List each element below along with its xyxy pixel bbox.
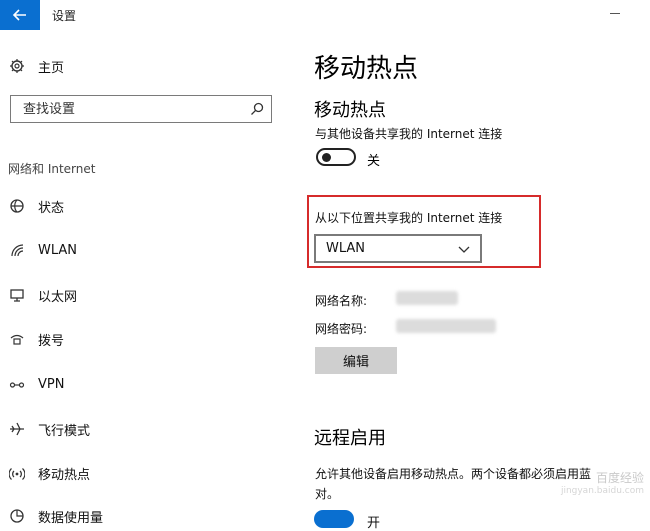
remote-toggle[interactable] bbox=[314, 510, 354, 528]
wifi-icon bbox=[8, 241, 26, 259]
page-title: 移动热点 bbox=[314, 54, 419, 84]
chevron-down-icon bbox=[458, 246, 470, 253]
sidebar-item-label: 以太网 bbox=[38, 289, 78, 305]
sidebar-item-label: VPN bbox=[38, 376, 65, 392]
watermark: 百度经验 jingyan.baidu.com bbox=[494, 462, 644, 502]
gear-icon bbox=[8, 57, 26, 75]
sidebar-item-data-usage[interactable]: 数据使用量 bbox=[8, 502, 103, 530]
watermark-url: jingyan.baidu.com bbox=[560, 485, 644, 496]
share-from-label: 从以下位置共享我的 Internet 连接 bbox=[315, 211, 503, 225]
edit-button[interactable]: 编辑 bbox=[315, 347, 397, 374]
remote-heading: 远程启用 bbox=[314, 428, 386, 449]
hotspot-icon bbox=[8, 464, 26, 482]
back-button[interactable] bbox=[0, 0, 40, 30]
toggle-knob bbox=[322, 153, 331, 162]
back-arrow-icon bbox=[12, 9, 26, 21]
sidebar-item-label: 移动热点 bbox=[38, 467, 91, 483]
sidebar-item-label: WLAN bbox=[38, 242, 78, 258]
ethernet-icon bbox=[8, 286, 26, 304]
vpn-icon bbox=[8, 375, 26, 393]
sidebar-item-dialup[interactable]: 拨号 bbox=[8, 325, 64, 353]
sidebar-item-label: 飞行模式 bbox=[38, 423, 91, 439]
network-name-label: 网络名称: bbox=[315, 294, 368, 308]
sidebar-item-airplane[interactable]: 飞行模式 bbox=[8, 415, 90, 443]
sidebar-item-ethernet[interactable]: 以太网 bbox=[8, 281, 77, 309]
search-box[interactable] bbox=[10, 95, 272, 123]
sidebar-item-vpn[interactable]: VPN bbox=[8, 370, 64, 398]
sidebar-item-label: 拨号 bbox=[38, 333, 65, 349]
dialup-icon bbox=[8, 330, 26, 348]
sidebar-item-wlan[interactable]: WLAN bbox=[8, 236, 77, 264]
share-from-dropdown[interactable]: WLAN bbox=[314, 234, 482, 263]
globe-icon bbox=[8, 197, 26, 215]
main-content: 移动热点 移动热点 与其他设备共享我的 Internet 连接 关 从以下位置共… bbox=[300, 30, 650, 531]
watermark-text: 百度经验 bbox=[595, 470, 644, 485]
sidebar-item-label: 主页 bbox=[38, 60, 65, 76]
sidebar-item-home[interactable]: 主页 bbox=[8, 52, 64, 80]
airplane-icon bbox=[8, 420, 26, 438]
sidebar-item-label: 状态 bbox=[38, 200, 65, 216]
window-title: 设置 bbox=[52, 9, 77, 23]
search-input[interactable] bbox=[23, 101, 243, 117]
sidebar: 主页 网络和 Internet 状态 WLAN 以太网 拨号 bbox=[0, 30, 290, 526]
remote-toggle-label: 开 bbox=[367, 516, 381, 531]
sidebar-item-label: 数据使用量 bbox=[38, 510, 104, 526]
hotspot-heading: 移动热点 bbox=[314, 100, 386, 121]
network-name-value bbox=[396, 291, 458, 305]
minimize-button[interactable] bbox=[610, 13, 620, 14]
share-from-value: WLAN bbox=[326, 241, 366, 256]
search-icon[interactable] bbox=[250, 102, 264, 116]
network-password-label: 网络密码: bbox=[315, 322, 368, 336]
remote-description-line2: 对。 bbox=[315, 487, 340, 501]
hotspot-description: 与其他设备共享我的 Internet 连接 bbox=[315, 127, 503, 141]
sidebar-item-hotspot[interactable]: 移动热点 bbox=[8, 459, 90, 487]
section-label: 网络和 Internet bbox=[8, 162, 96, 176]
title-bar: 设置 bbox=[0, 0, 650, 30]
hotspot-toggle-label: 关 bbox=[367, 154, 381, 169]
hotspot-toggle[interactable] bbox=[316, 148, 356, 166]
network-password-value bbox=[396, 319, 496, 333]
data-usage-icon bbox=[8, 507, 26, 525]
sidebar-item-status[interactable]: 状态 bbox=[8, 192, 64, 220]
